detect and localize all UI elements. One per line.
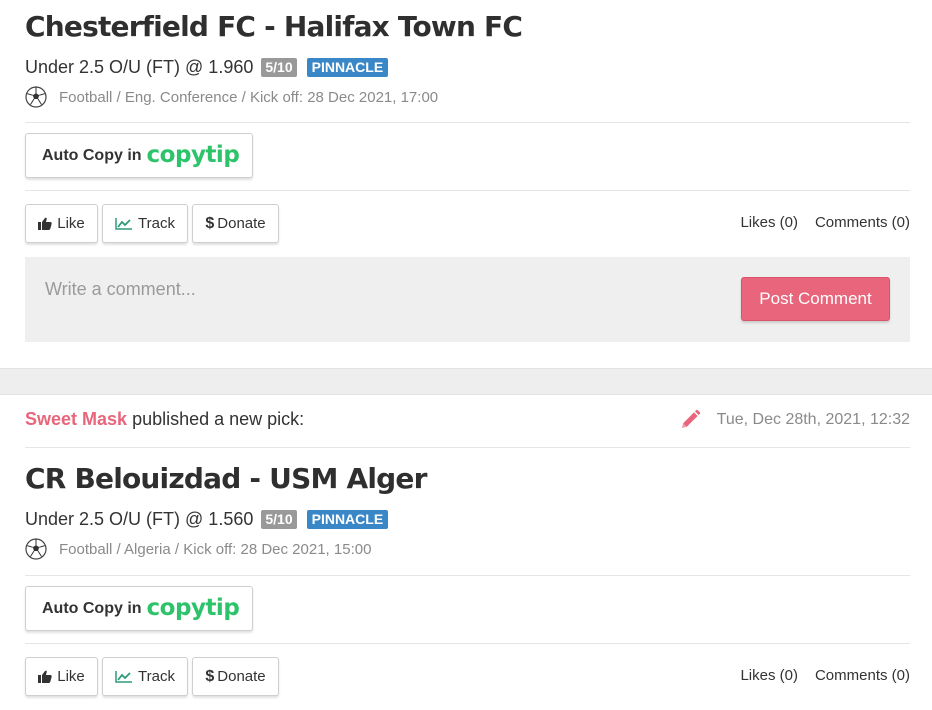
match-title[interactable]: Chesterfield FC - Halifax Town FC [25,10,523,43]
copytip-logo: copytip [146,141,240,168]
line-chart-icon [115,217,133,230]
like-button[interactable]: Like [25,204,98,243]
auto-copy-button[interactable]: Auto Copy in copytip [25,586,253,631]
divider [25,575,910,576]
pick-meta: Football / Algeria / Kick off: 28 Dec 20… [25,538,371,560]
meta-text: Football / Eng. Conference / Kick off: 2… [59,88,439,106]
divider [25,447,910,448]
copytip-logo: copytip [146,594,240,621]
thumbs-up-icon [38,670,52,683]
pick-line: Under 2.5 O/U (FT) @ 1.560 5/10 PINNACLE [25,509,389,530]
divider [25,190,910,191]
timestamp: Tue, Dec 28th, 2021, 12:32 [716,411,910,428]
divider [25,122,910,123]
score-badge: 5/10 [261,58,297,77]
pick-text: Under 2.5 O/U (FT) @ 1.960 [25,57,254,77]
donate-button[interactable]: $ Donate [192,204,279,243]
publisher-line: Sweet Mask published a new pick: [25,409,304,430]
likes-count-link[interactable]: Likes (0) [740,214,798,231]
comments-count-link[interactable]: Comments (0) [815,667,910,684]
meta-text: Football / Algeria / Kick off: 28 Dec 20… [59,540,372,558]
feed-separator [0,368,932,395]
donate-label: Donate [217,668,266,685]
thumbs-up-icon [38,217,52,230]
engagement-counts: Likes (0) Comments (0) [740,214,910,231]
like-button[interactable]: Like [25,657,98,696]
track-label: Track [138,668,175,685]
published-text: published a new pick: [132,409,305,429]
donate-button[interactable]: $ Donate [192,657,279,696]
bookmaker-badge: PINNACLE [306,58,389,77]
comment-input[interactable]: Write a comment... [45,279,196,300]
auto-copy-label: Auto Copy in [42,146,142,164]
comment-box: Write a comment... Post Comment [25,257,910,342]
dollar-icon: $ [205,667,215,685]
track-button[interactable]: Track [102,204,188,243]
donate-label: Donate [217,215,266,232]
track-label: Track [138,215,175,232]
like-label: Like [57,215,85,232]
author-link[interactable]: Sweet Mask [25,409,127,429]
pick-card: Chesterfield FC - Halifax Town FC Under … [0,0,932,368]
likes-count-link[interactable]: Likes (0) [740,667,798,684]
dollar-icon: $ [205,214,215,232]
pick-line: Under 2.5 O/U (FT) @ 1.960 5/10 PINNACLE [25,57,389,78]
pick-text: Under 2.5 O/U (FT) @ 1.560 [25,509,254,529]
line-chart-icon [115,670,133,683]
score-badge: 5/10 [261,510,297,529]
bookmaker-badge: PINNACLE [306,510,389,529]
divider [25,643,910,644]
soccer-ball-icon [25,538,47,560]
track-button[interactable]: Track [102,657,188,696]
like-label: Like [57,668,85,685]
soccer-ball-icon [25,86,47,108]
auto-copy-button[interactable]: Auto Copy in copytip [25,133,253,178]
match-title[interactable]: CR Belouizdad - USM Alger [25,462,427,495]
pencil-icon [679,409,701,431]
auto-copy-label: Auto Copy in [42,599,142,617]
comments-count-link[interactable]: Comments (0) [815,214,910,231]
pick-card: Sweet Mask published a new pick: Tue, De… [0,395,932,710]
post-comment-button[interactable]: Post Comment [741,277,890,321]
publish-time: Tue, Dec 28th, 2021, 12:32 [679,409,910,431]
pick-meta: Football / Eng. Conference / Kick off: 2… [25,86,438,108]
engagement-counts: Likes (0) Comments (0) [740,667,910,684]
